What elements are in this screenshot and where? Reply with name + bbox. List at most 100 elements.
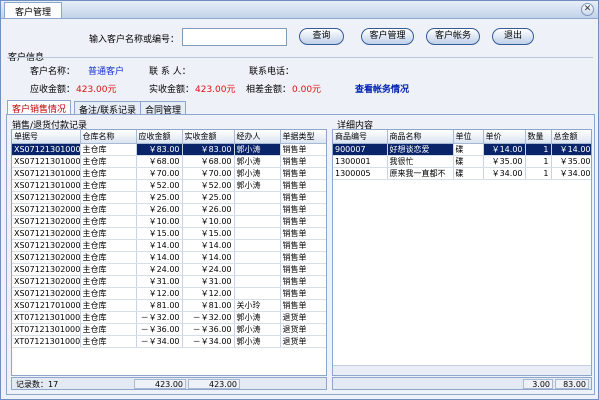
table-row[interactable]: XT071213010001 主仓库 －￥32.00 －￥32.00 郭小涛 退货单 xyxy=(12,311,326,324)
table-cell: 主仓库 xyxy=(80,203,137,216)
column-header[interactable]: 数量 xyxy=(525,130,552,144)
table-row[interactable]: XS071213020001 主仓库 ￥25.00 ￥25.00 销售单 xyxy=(12,191,326,204)
sales-grid[interactable]: 单据号 仓库名称 应收金额 实收金额 经办人 单据类型 XS0712130100… xyxy=(11,129,327,376)
column-header[interactable]: 单位 xyxy=(453,130,484,144)
table-row[interactable]: XS071213020009 主仓库 ￥12.00 ￥12.00 销售单 xyxy=(12,287,326,300)
column-header[interactable]: 仓库名称 xyxy=(80,130,137,144)
table-row[interactable]: XS071213020005 主仓库 ￥14.00 ￥14.00 销售单 xyxy=(12,239,326,252)
table-cell: ￥34.00 xyxy=(551,167,591,180)
detail-horizontal-scrollbar[interactable] xyxy=(333,365,591,375)
table-row[interactable]: XS071213020007 主仓库 ￥24.00 ￥24.00 销售单 xyxy=(12,263,326,276)
table-cell: ￥14.00 xyxy=(551,143,591,156)
table-cell: 销售单 xyxy=(280,287,326,300)
table-cell: 销售单 xyxy=(280,227,326,240)
table-row[interactable]: XT071213010002 主仓库 －￥36.00 －￥36.00 郭小涛 退货单 xyxy=(12,323,326,336)
tab-contract-management[interactable]: 合同管理 xyxy=(140,101,187,116)
customer-name-value: 普通客户 xyxy=(88,67,125,77)
query-button[interactable]: 查询 xyxy=(299,28,344,45)
table-cell: 主仓库 xyxy=(80,335,137,348)
table-cell: 销售单 xyxy=(280,215,326,228)
exit-button[interactable]: 退出 xyxy=(492,28,534,45)
table-cell: ￥10.00 xyxy=(136,215,183,228)
detail-table-body: 900007 好想谈恋爱碟 ￥14.00 1 ￥14.00 1300001 我很忙碟 ￥35.… xyxy=(333,143,591,180)
customer-management-button[interactable]: 客户管理 xyxy=(361,28,414,45)
window-title[interactable]: 客户管理 xyxy=(4,2,63,18)
table-cell: ￥35.00 xyxy=(551,155,591,168)
table-cell: 销售单 xyxy=(280,275,326,288)
table-cell: 销售单 xyxy=(280,167,326,180)
table-cell: 主仓库 xyxy=(80,323,137,336)
column-header[interactable]: 商品编号 xyxy=(333,130,388,144)
table-cell: －￥36.00 xyxy=(136,323,183,336)
table-cell: XS071213020009 xyxy=(12,287,81,300)
sales-table-body: XS071213010001 主仓库 ￥83.00 ￥83.00 郭小涛 销售单 XS071… xyxy=(12,143,326,348)
column-header[interactable]: 总金额 xyxy=(551,130,591,144)
footer-quantity-total: 3.00 xyxy=(523,379,553,389)
table-row[interactable]: 1300005 原来我一直都不碟 ￥34.00 1 ￥34.00 xyxy=(333,167,591,180)
table-cell: 主仓库 xyxy=(80,155,137,168)
table-cell: XS071213010001 xyxy=(12,143,81,156)
table-cell: 主仓库 xyxy=(80,167,137,180)
detail-grid[interactable]: 商品编号 商品名称 单位 单价 数量 总金额 900007 好想谈恋爱碟 ￥14.0… xyxy=(332,129,592,376)
table-cell: 1 xyxy=(525,143,552,156)
table-cell: ￥70.00 xyxy=(182,167,235,180)
customer-account-button[interactable]: 客户帐务 xyxy=(426,28,480,45)
table-row[interactable]: XS071213020006 主仓库 ￥14.00 ￥14.00 销售单 xyxy=(12,251,326,264)
table-cell xyxy=(234,287,281,300)
table-row[interactable]: XS071213020004 主仓库 ￥15.00 ￥15.00 销售单 xyxy=(12,227,326,240)
column-header[interactable]: 单据类型 xyxy=(280,130,326,144)
table-cell xyxy=(234,227,281,240)
view-account-link[interactable]: 查看帐务情况 xyxy=(355,82,409,95)
table-cell xyxy=(234,239,281,252)
table-cell xyxy=(234,251,281,264)
table-cell: 主仓库 xyxy=(80,287,137,300)
table-cell xyxy=(234,215,281,228)
table-cell: 郭小涛 xyxy=(234,167,281,180)
table-row[interactable]: XS071213020003 主仓库 ￥10.00 ￥10.00 销售单 xyxy=(12,215,326,228)
table-cell: 主仓库 xyxy=(80,311,137,324)
received-label: 实收金额： xyxy=(149,85,195,95)
column-header[interactable]: 实收金额 xyxy=(182,130,235,144)
column-header[interactable]: 单价 xyxy=(483,130,526,144)
column-header[interactable]: 商品名称 xyxy=(387,130,454,144)
table-row[interactable]: XT071213010003 主仓库 －￥34.00 －￥34.00 郭小涛 退货单 xyxy=(12,335,326,348)
customer-management-window: 客户管理 ✕ 输入客户名称或编号： 查询 客户管理 客户帐务 退出 客户信息 客… xyxy=(0,0,599,400)
tab-notes-contact[interactable]: 备注/联系记录 xyxy=(74,101,142,116)
footer-amount-total: 83.00 xyxy=(555,379,589,389)
search-input[interactable] xyxy=(182,28,287,46)
table-row[interactable]: XS071213010003 主仓库 ￥70.00 ￥70.00 郭小涛 销售单 xyxy=(12,167,326,180)
table-cell: 1 xyxy=(525,155,552,168)
table-cell: 郭小涛 xyxy=(234,155,281,168)
table-cell: ￥52.00 xyxy=(182,179,235,192)
table-cell: 主仓库 xyxy=(80,179,137,192)
table-cell: ￥12.00 xyxy=(182,287,235,300)
table-row[interactable]: XS071213020008 主仓库 ￥31.00 ￥31.00 销售单 xyxy=(12,275,326,288)
table-cell: ￥35.00 xyxy=(483,155,526,168)
sales-header-row: 单据号 仓库名称 应收金额 实收金额 经办人 单据类型 xyxy=(12,130,326,144)
column-header[interactable]: 应收金额 xyxy=(136,130,183,144)
table-cell: ￥83.00 xyxy=(182,143,235,156)
table-row[interactable]: XS071213010004 主仓库 ￥52.00 ￥52.00 郭小涛 销售单 xyxy=(12,179,326,192)
table-cell: 郭小涛 xyxy=(234,311,281,324)
table-row[interactable]: 1300001 我很忙碟 ￥35.00 1 ￥35.00 xyxy=(333,155,591,168)
table-cell: XS071213020008 xyxy=(12,275,81,288)
table-cell: XS071217010001 xyxy=(12,299,81,312)
table-row[interactable]: XS071217010001 主仓库 ￥81.00 ￥81.00 关小玲 销售单 xyxy=(12,299,326,312)
table-cell: ￥81.00 xyxy=(136,299,183,312)
table-row[interactable]: XS071213010001 主仓库 ￥83.00 ￥83.00 郭小涛 销售单 xyxy=(12,143,326,156)
column-header[interactable]: 经办人 xyxy=(234,130,281,144)
table-row[interactable]: XS071213010002 主仓库 ￥68.00 ￥68.00 郭小涛 销售单 xyxy=(12,155,326,168)
table-row[interactable]: XS071213020002 主仓库 ￥26.00 ￥26.00 销售单 xyxy=(12,203,326,216)
table-cell: XS071213020003 xyxy=(12,215,81,228)
table-cell: 主仓库 xyxy=(80,239,137,252)
table-cell: 退货单 xyxy=(280,311,326,324)
table-cell: 1 xyxy=(525,167,552,180)
column-header[interactable]: 单据号 xyxy=(12,130,81,144)
table-cell: 原来我一直都不 xyxy=(387,167,454,180)
table-row[interactable]: 900007 好想谈恋爱碟 ￥14.00 1 ￥14.00 xyxy=(333,143,591,156)
table-cell: 销售单 xyxy=(280,239,326,252)
table-cell: 销售单 xyxy=(280,143,326,156)
close-icon[interactable]: ✕ xyxy=(581,3,594,16)
tab-customer-sales[interactable]: 客户销售情况 xyxy=(7,100,72,115)
table-cell xyxy=(234,191,281,204)
